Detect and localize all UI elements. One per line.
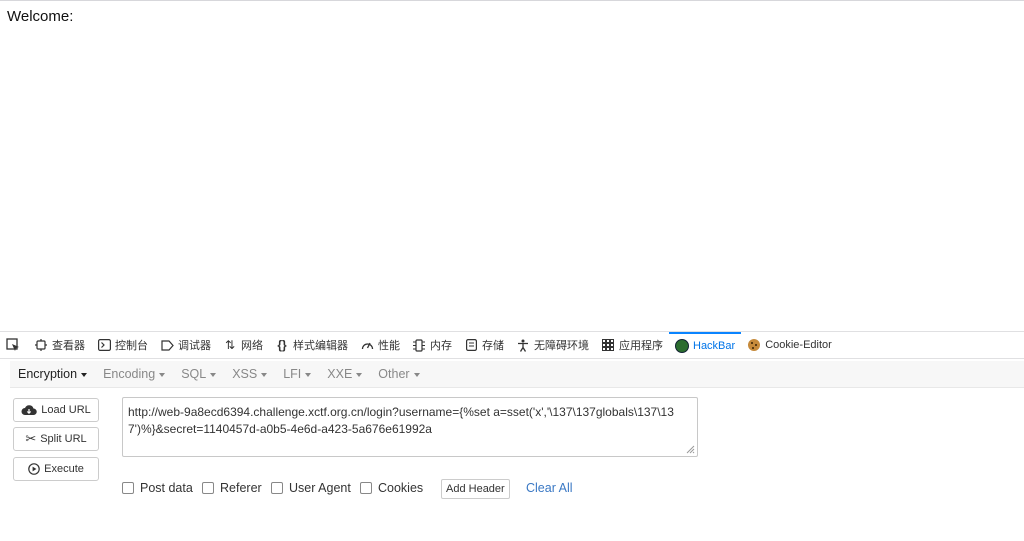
menu-other[interactable]: Other — [370, 367, 427, 381]
tab-label: 存储 — [482, 340, 504, 352]
tab-label: 应用程序 — [619, 340, 663, 352]
option-label: Referer — [220, 481, 262, 495]
tab-network[interactable]: ⇅ 网络 — [217, 332, 269, 358]
load-url-button[interactable]: Load URL — [13, 398, 99, 422]
post-data-checkbox[interactable] — [122, 482, 134, 494]
devtools-panel: 查看器 控制台 调试器 ⇅ 网络 {} 样式编辑器 性能 内存 存储 无障碍环境… — [0, 331, 1024, 541]
performance-icon — [360, 338, 374, 352]
application-icon — [601, 338, 615, 352]
accessibility-icon — [516, 338, 530, 352]
tab-style-editor[interactable]: {} 样式编辑器 — [269, 332, 354, 358]
tab-debugger[interactable]: 调试器 — [154, 332, 217, 358]
cookies-checkbox[interactable] — [360, 482, 372, 494]
tab-accessibility[interactable]: 无障碍环境 — [510, 332, 595, 358]
user-agent-option[interactable]: User Agent — [271, 481, 351, 495]
tab-label: 内存 — [430, 340, 452, 352]
tab-memory[interactable]: 内存 — [406, 332, 458, 358]
welcome-text: Welcome: — [7, 8, 74, 25]
menu-xxe[interactable]: XXE — [319, 367, 370, 381]
debugger-icon — [160, 338, 174, 352]
add-header-button[interactable]: Add Header — [441, 479, 510, 499]
post-data-option[interactable]: Post data — [122, 481, 193, 495]
console-icon — [97, 338, 111, 352]
option-label: Cookies — [378, 481, 424, 495]
user-agent-checkbox[interactable] — [271, 482, 283, 494]
cookies-option[interactable]: Cookies — [360, 481, 423, 495]
menu-label: Encoding — [103, 367, 156, 381]
caret-down-icon — [356, 372, 363, 377]
menu-sql[interactable]: SQL — [173, 367, 224, 381]
hackbar-icon — [675, 339, 689, 353]
tab-application[interactable]: 应用程序 — [595, 332, 669, 358]
split-url-button[interactable]: ✂ Split URL — [13, 427, 99, 451]
tab-label: HackBar — [693, 340, 736, 352]
tab-label: 样式编辑器 — [293, 340, 348, 352]
tab-performance[interactable]: 性能 — [354, 332, 406, 358]
option-label: Post data — [140, 481, 193, 495]
tab-label: 无障碍环境 — [534, 340, 589, 352]
tab-label: 性能 — [378, 340, 400, 352]
caret-down-icon — [413, 372, 420, 377]
memory-icon — [412, 338, 426, 352]
referer-checkbox[interactable] — [202, 482, 214, 494]
menu-label: Encryption — [18, 367, 78, 381]
button-label: Load URL — [41, 404, 91, 416]
referer-option[interactable]: Referer — [202, 481, 262, 495]
menu-encoding[interactable]: Encoding — [95, 367, 173, 381]
cloud-download-icon — [21, 404, 37, 416]
menu-label: Other — [378, 367, 410, 381]
button-label: Execute — [44, 463, 84, 475]
menu-label: XXE — [327, 367, 353, 381]
page-top-border — [0, 0, 1024, 1]
tab-storage[interactable]: 存储 — [458, 332, 510, 358]
clear-all-link[interactable]: Clear All — [526, 481, 573, 495]
hackbar-menu: Encryption Encoding SQL XSS LFI XXE Othe… — [10, 361, 1024, 388]
tab-label: 查看器 — [52, 340, 85, 352]
tab-cookie-editor[interactable]: Cookie-Editor — [741, 332, 838, 358]
menu-label: LFI — [283, 367, 302, 381]
button-label: Split URL — [40, 433, 87, 445]
caret-down-icon — [210, 372, 217, 377]
resize-grip-icon[interactable] — [685, 444, 695, 454]
inspector-icon — [34, 338, 48, 352]
caret-down-icon — [159, 372, 166, 377]
tab-label: Cookie-Editor — [765, 339, 832, 351]
style-editor-icon: {} — [277, 338, 287, 352]
menu-label: SQL — [181, 367, 207, 381]
option-label: User Agent — [289, 481, 351, 495]
cookie-icon — [747, 338, 761, 352]
tab-label: 调试器 — [178, 340, 211, 352]
caret-down-icon — [305, 372, 312, 377]
menu-lfi[interactable]: LFI — [275, 367, 319, 381]
tab-label: 控制台 — [115, 340, 148, 352]
devtools-tabbar: 查看器 控制台 调试器 ⇅ 网络 {} 样式编辑器 性能 内存 存储 无障碍环境… — [0, 331, 1024, 359]
tab-inspector[interactable]: 查看器 — [28, 332, 91, 358]
menu-encryption[interactable]: Encryption — [10, 367, 95, 381]
tab-label: 网络 — [241, 340, 263, 352]
menu-xss[interactable]: XSS — [224, 367, 275, 381]
execute-button[interactable]: Execute — [13, 457, 99, 481]
element-picker-icon[interactable] — [6, 338, 20, 352]
url-textarea[interactable]: http://web-9a8ecd6394.challenge.xctf.org… — [122, 397, 698, 457]
menu-label: XSS — [232, 367, 258, 381]
storage-icon — [464, 338, 478, 352]
scissors-icon: ✂ — [25, 431, 37, 446]
tab-hackbar[interactable]: HackBar — [669, 332, 742, 358]
url-text: http://web-9a8ecd6394.challenge.xctf.org… — [128, 405, 674, 436]
network-icon: ⇅ — [224, 338, 236, 352]
tab-console[interactable]: 控制台 — [91, 332, 154, 358]
caret-down-icon — [261, 372, 268, 377]
caret-down-icon — [81, 372, 88, 377]
play-circle-icon — [28, 463, 40, 475]
